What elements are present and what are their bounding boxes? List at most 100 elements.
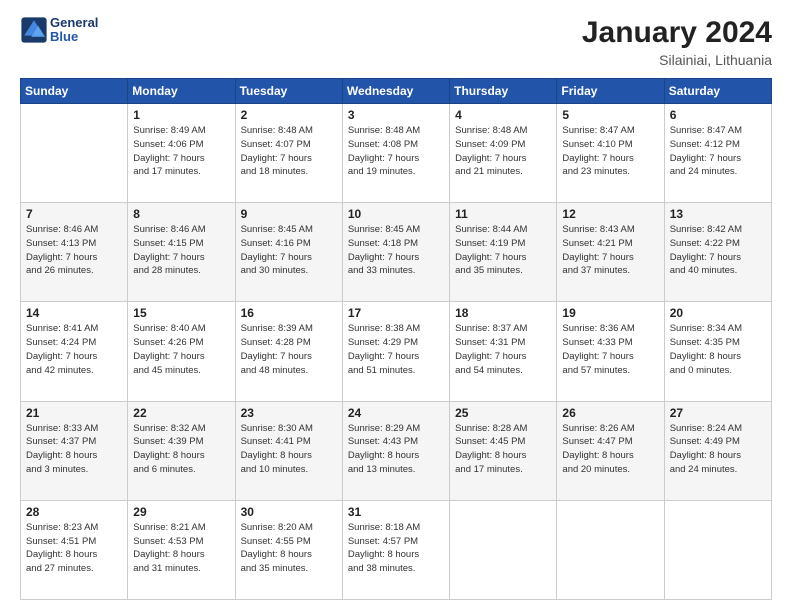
calendar-cell: 15 Sunrise: 8:40 AM Sunset: 4:26 PM Dayli…: [128, 302, 235, 401]
day-number: 26: [562, 406, 658, 420]
weekday-header: Monday: [128, 79, 235, 104]
calendar-cell: 18 Sunrise: 8:37 AM Sunset: 4:31 PM Dayli…: [450, 302, 557, 401]
calendar-cell: 3Sunrise: 8:48 AM Sunset: 4:08 PM Daylig…: [342, 104, 449, 203]
cell-info: Sunrise: 8:23 AM Sunset: 4:51 PM Dayligh…: [26, 521, 122, 576]
cell-info: Sunrise: 8:48 AM Sunset: 4:09 PM Dayligh…: [455, 124, 551, 179]
logo: General Blue: [20, 16, 98, 45]
calendar-cell: 26 Sunrise: 8:26 AM Sunset: 4:47 PM Dayli…: [557, 401, 664, 500]
cell-info: Sunrise: 8:38 AM Sunset: 4:29 PM Dayligh…: [348, 322, 444, 377]
day-number: 3: [348, 108, 444, 122]
calendar-cell: 22 Sunrise: 8:32 AM Sunset: 4:39 PM Dayli…: [128, 401, 235, 500]
calendar-cell: [557, 500, 664, 599]
calendar-week-row: 14 Sunrise: 8:41 AM Sunset: 4:24 PM Dayli…: [21, 302, 772, 401]
calendar-cell: 8 Sunrise: 8:46 AM Sunset: 4:15 PM Daylig…: [128, 203, 235, 302]
day-number: 5: [562, 108, 658, 122]
cell-info: Sunrise: 8:24 AM Sunset: 4:49 PM Dayligh…: [670, 422, 766, 477]
calendar-cell: 10 Sunrise: 8:45 AM Sunset: 4:18 PM Dayli…: [342, 203, 449, 302]
cell-info: Sunrise: 8:29 AM Sunset: 4:43 PM Dayligh…: [348, 422, 444, 477]
calendar-cell: 11Sunrise: 8:44 AM Sunset: 4:19 PM Dayli…: [450, 203, 557, 302]
cell-info: Sunrise: 8:49 AM Sunset: 4:06 PM Dayligh…: [133, 124, 229, 179]
day-number: 20: [670, 306, 766, 320]
calendar-cell: 27Sunrise: 8:24 AM Sunset: 4:49 PM Dayli…: [664, 401, 771, 500]
title-block: January 2024 Silainiai, Lithuania: [582, 16, 772, 68]
logo-text: General Blue: [50, 16, 98, 45]
weekday-header: Wednesday: [342, 79, 449, 104]
calendar-cell: 9Sunrise: 8:45 AM Sunset: 4:16 PM Daylig…: [235, 203, 342, 302]
calendar-cell: 4 Sunrise: 8:48 AM Sunset: 4:09 PM Daylig…: [450, 104, 557, 203]
cell-info: Sunrise: 8:40 AM Sunset: 4:26 PM Dayligh…: [133, 322, 229, 377]
day-number: 19: [562, 306, 658, 320]
cell-info: Sunrise: 8:28 AM Sunset: 4:45 PM Dayligh…: [455, 422, 551, 477]
cell-info: Sunrise: 8:47 AM Sunset: 4:12 PM Dayligh…: [670, 124, 766, 179]
weekday-header: Tuesday: [235, 79, 342, 104]
cell-info: Sunrise: 8:30 AM Sunset: 4:41 PM Dayligh…: [241, 422, 337, 477]
calendar-cell: 20Sunrise: 8:34 AM Sunset: 4:35 PM Dayli…: [664, 302, 771, 401]
calendar-cell: 25 Sunrise: 8:28 AM Sunset: 4:45 PM Dayli…: [450, 401, 557, 500]
day-number: 4: [455, 108, 551, 122]
cell-info: Sunrise: 8:43 AM Sunset: 4:21 PM Dayligh…: [562, 223, 658, 278]
cell-info: Sunrise: 8:45 AM Sunset: 4:18 PM Dayligh…: [348, 223, 444, 278]
calendar-cell: 1 Sunrise: 8:49 AM Sunset: 4:06 PM Daylig…: [128, 104, 235, 203]
calendar-cell: 7 Sunrise: 8:46 AM Sunset: 4:13 PM Daylig…: [21, 203, 128, 302]
day-number: 15: [133, 306, 229, 320]
day-number: 31: [348, 505, 444, 519]
day-number: 23: [241, 406, 337, 420]
day-number: 10: [348, 207, 444, 221]
calendar-cell: 17Sunrise: 8:38 AM Sunset: 4:29 PM Dayli…: [342, 302, 449, 401]
day-number: 8: [133, 207, 229, 221]
day-number: 11: [455, 207, 551, 221]
day-number: 25: [455, 406, 551, 420]
calendar-table: SundayMondayTuesdayWednesdayThursdayFrid…: [20, 78, 772, 600]
calendar-week-row: 21Sunrise: 8:33 AM Sunset: 4:37 PM Dayli…: [21, 401, 772, 500]
calendar-cell: 28 Sunrise: 8:23 AM Sunset: 4:51 PM Dayli…: [21, 500, 128, 599]
cell-info: Sunrise: 8:42 AM Sunset: 4:22 PM Dayligh…: [670, 223, 766, 278]
day-number: 14: [26, 306, 122, 320]
day-number: 2: [241, 108, 337, 122]
calendar-cell: 16Sunrise: 8:39 AM Sunset: 4:28 PM Dayli…: [235, 302, 342, 401]
calendar-cell: 21Sunrise: 8:33 AM Sunset: 4:37 PM Dayli…: [21, 401, 128, 500]
cell-info: Sunrise: 8:37 AM Sunset: 4:31 PM Dayligh…: [455, 322, 551, 377]
cell-info: Sunrise: 8:46 AM Sunset: 4:15 PM Dayligh…: [133, 223, 229, 278]
calendar-cell: 6 Sunrise: 8:47 AM Sunset: 4:12 PM Daylig…: [664, 104, 771, 203]
weekday-header: Saturday: [664, 79, 771, 104]
calendar-cell: 13Sunrise: 8:42 AM Sunset: 4:22 PM Dayli…: [664, 203, 771, 302]
weekday-header: Thursday: [450, 79, 557, 104]
day-number: 16: [241, 306, 337, 320]
calendar-cell: 12 Sunrise: 8:43 AM Sunset: 4:21 PM Dayli…: [557, 203, 664, 302]
day-number: 22: [133, 406, 229, 420]
calendar-cell: 5 Sunrise: 8:47 AM Sunset: 4:10 PM Daylig…: [557, 104, 664, 203]
cell-info: Sunrise: 8:18 AM Sunset: 4:57 PM Dayligh…: [348, 521, 444, 576]
cell-info: Sunrise: 8:47 AM Sunset: 4:10 PM Dayligh…: [562, 124, 658, 179]
calendar-cell: [450, 500, 557, 599]
day-number: 12: [562, 207, 658, 221]
day-number: 29: [133, 505, 229, 519]
main-title: January 2024: [582, 16, 772, 50]
calendar-cell: 19 Sunrise: 8:36 AM Sunset: 4:33 PM Dayli…: [557, 302, 664, 401]
calendar-week-row: 28 Sunrise: 8:23 AM Sunset: 4:51 PM Dayli…: [21, 500, 772, 599]
day-number: 28: [26, 505, 122, 519]
calendar-cell: 31 Sunrise: 8:18 AM Sunset: 4:57 PM Dayli…: [342, 500, 449, 599]
day-number: 30: [241, 505, 337, 519]
day-number: 18: [455, 306, 551, 320]
calendar-cell: 24 Sunrise: 8:29 AM Sunset: 4:43 PM Dayli…: [342, 401, 449, 500]
day-number: 1: [133, 108, 229, 122]
day-number: 6: [670, 108, 766, 122]
cell-info: Sunrise: 8:33 AM Sunset: 4:37 PM Dayligh…: [26, 422, 122, 477]
weekday-header: Friday: [557, 79, 664, 104]
cell-info: Sunrise: 8:26 AM Sunset: 4:47 PM Dayligh…: [562, 422, 658, 477]
calendar-week-row: 7 Sunrise: 8:46 AM Sunset: 4:13 PM Daylig…: [21, 203, 772, 302]
logo-icon: [20, 16, 48, 44]
cell-info: Sunrise: 8:48 AM Sunset: 4:07 PM Dayligh…: [241, 124, 337, 179]
calendar-cell: [664, 500, 771, 599]
calendar-cell: 29Sunrise: 8:21 AM Sunset: 4:53 PM Dayli…: [128, 500, 235, 599]
header: General Blue January 2024 Silainiai, Lit…: [20, 16, 772, 68]
day-number: 24: [348, 406, 444, 420]
cell-info: Sunrise: 8:46 AM Sunset: 4:13 PM Dayligh…: [26, 223, 122, 278]
page: General Blue January 2024 Silainiai, Lit…: [0, 0, 792, 612]
cell-info: Sunrise: 8:41 AM Sunset: 4:24 PM Dayligh…: [26, 322, 122, 377]
calendar-cell: 2 Sunrise: 8:48 AM Sunset: 4:07 PM Daylig…: [235, 104, 342, 203]
cell-info: Sunrise: 8:32 AM Sunset: 4:39 PM Dayligh…: [133, 422, 229, 477]
cell-info: Sunrise: 8:36 AM Sunset: 4:33 PM Dayligh…: [562, 322, 658, 377]
day-number: 7: [26, 207, 122, 221]
subtitle: Silainiai, Lithuania: [582, 52, 772, 68]
